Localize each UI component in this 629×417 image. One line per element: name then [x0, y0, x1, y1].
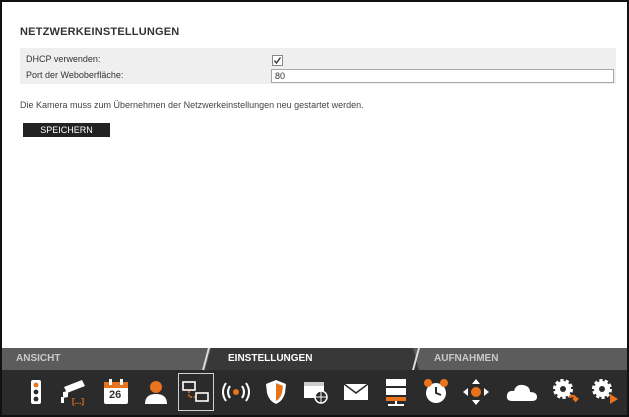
calendar-day: 26 [109, 389, 122, 401]
main-tabs: ANSICHT EINSTELLUNGEN AUFNAHMEN [2, 348, 627, 370]
calendar-icon[interactable]: 26 [98, 373, 134, 411]
restart-note: Die Kamera muss zum Übernehmen der Netzw… [20, 100, 364, 110]
tab-einstellungen[interactable]: EINSTELLUNGEN [228, 348, 312, 370]
port-input[interactable]: 80 [271, 69, 614, 83]
tab-aufnahmen[interactable]: AUFNAHMEN [434, 348, 498, 370]
dhcp-row: DHCP verwenden: [20, 51, 616, 67]
app-frame: NETZWERKEINSTELLUNGEN DHCP verwenden: Po… [0, 0, 629, 417]
ellipsis-label: [...] [72, 397, 84, 406]
mail-icon[interactable] [338, 373, 374, 411]
function-toolbar: [...] 26 [2, 370, 627, 415]
network-settings-form: DHCP verwenden: Port der Weboberfläche: … [20, 48, 616, 84]
wireless-icon[interactable] [218, 373, 254, 411]
port-label: Port der Weboberfläche: [26, 70, 124, 80]
save-button[interactable]: SPEICHERN [23, 123, 110, 137]
traffic-light-icon[interactable] [18, 373, 54, 411]
dhcp-label: DHCP verwenden: [26, 54, 101, 64]
shield-icon[interactable] [258, 373, 294, 411]
gear-refresh-icon[interactable] [548, 373, 584, 411]
page-title: NETZWERKEINSTELLUNGEN [20, 26, 180, 38]
camera-icon[interactable]: [...] [57, 373, 93, 411]
settings-panel: NETZWERKEINSTELLUNGEN DHCP verwenden: Po… [2, 2, 627, 344]
cloud-icon[interactable] [504, 373, 540, 411]
user-icon[interactable] [138, 373, 174, 411]
web-window-icon[interactable] [298, 373, 334, 411]
alarm-clock-icon[interactable] [418, 373, 454, 411]
network-icon[interactable] [178, 373, 214, 411]
gear-play-icon[interactable] [588, 373, 624, 411]
tab-ansicht[interactable]: ANSICHT [16, 348, 60, 370]
dhcp-checkbox[interactable] [272, 55, 283, 66]
server-icon[interactable] [378, 373, 414, 411]
ptz-move-icon[interactable] [458, 373, 494, 411]
port-row: Port der Weboberfläche: 80 [20, 67, 616, 83]
